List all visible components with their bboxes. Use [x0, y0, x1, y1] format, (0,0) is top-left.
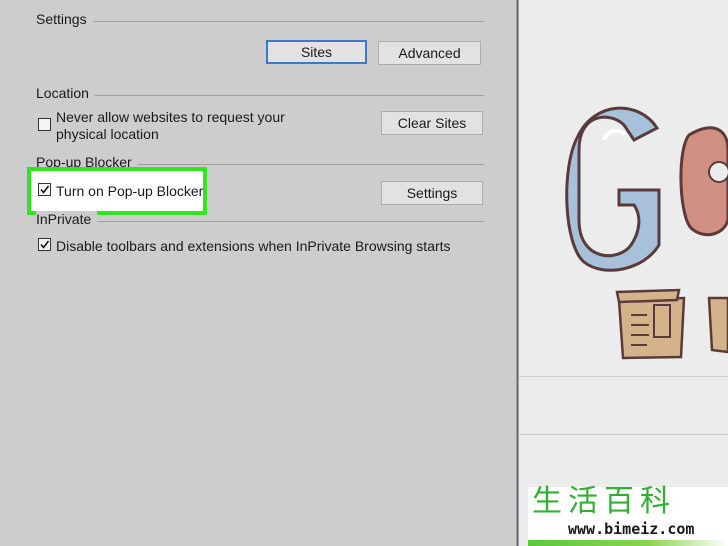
disable-toolbars-checkbox[interactable] — [38, 238, 51, 251]
location-divider — [36, 95, 484, 96]
location-header: Location — [36, 85, 95, 101]
settings-group-header: Settings — [36, 11, 484, 31]
checkmark-icon — [40, 185, 50, 194]
inprivate-divider — [36, 221, 484, 222]
separator-line — [519, 434, 728, 435]
watermark-url: www.bimeiz.com — [568, 520, 695, 538]
internet-options-privacy-panel: Settings Sites Advanced Location Never a… — [0, 0, 516, 546]
never-allow-location-label-line2: physical location — [56, 126, 159, 142]
browser-background — [519, 0, 728, 546]
advanced-button[interactable]: Advanced — [378, 41, 481, 65]
turn-on-popup-blocker-checkbox[interactable] — [38, 183, 51, 196]
inprivate-group-header: InPrivate — [36, 211, 484, 231]
sites-button[interactable]: Sites — [266, 40, 367, 64]
location-group-header: Location — [36, 85, 484, 105]
clear-sites-button[interactable]: Clear Sites — [381, 111, 483, 135]
watermark-chars: 生活百科 — [532, 484, 676, 519]
separator-line — [519, 376, 728, 377]
watermark: 生活百科 www.bimeiz.com — [528, 487, 728, 546]
turn-on-popup-blocker-label: Turn on Pop-up Blocker — [56, 183, 204, 199]
never-allow-location-checkbox[interactable] — [38, 118, 51, 131]
never-allow-location-label-line1: Never allow websites to request your — [56, 109, 285, 125]
google-doodle-image — [565, 106, 728, 360]
settings-header: Settings — [36, 11, 93, 27]
disable-toolbars-label: Disable toolbars and extensions when InP… — [56, 238, 451, 254]
inprivate-header: InPrivate — [36, 211, 98, 227]
watermark-stripe — [528, 540, 728, 546]
settings-divider — [36, 21, 484, 22]
popup-settings-button[interactable]: Settings — [381, 181, 483, 205]
checkmark-icon — [40, 240, 50, 249]
